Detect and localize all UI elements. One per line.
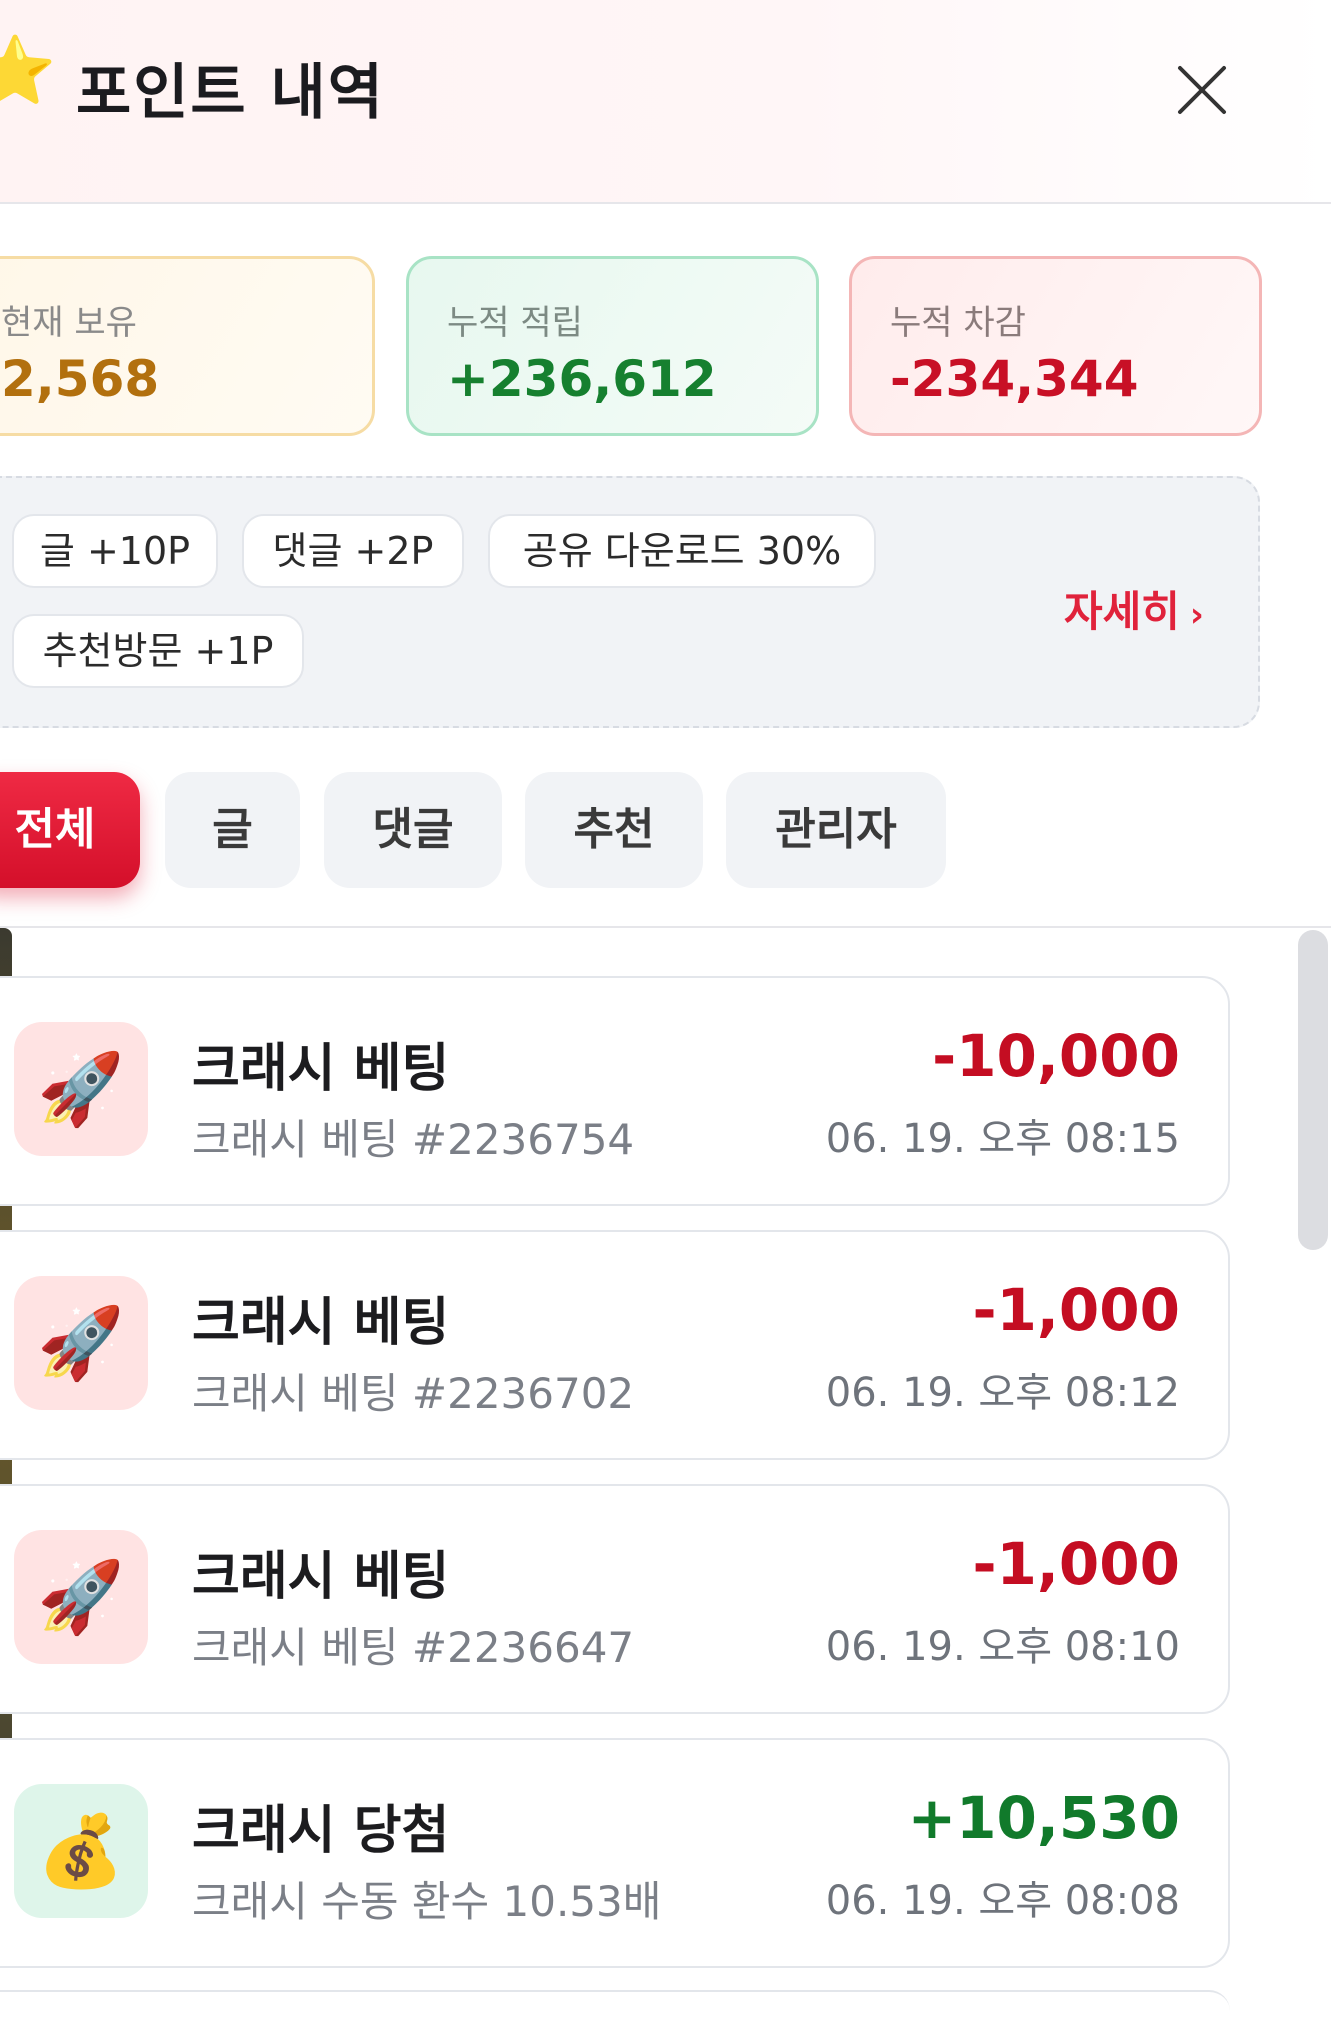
money-bag-icon: 💰 — [14, 1784, 148, 1918]
item-amount: -1,000 — [972, 1530, 1180, 1598]
history-item[interactable]: 🚀 크래시 베팅 크래시 베팅 #2236647 -1,000 06. 19. … — [0, 1484, 1230, 1714]
total-earned-card: 누적 적립 +236,612 — [406, 256, 819, 436]
item-time: 06. 19. 오후 08:12 — [825, 1370, 1180, 1416]
scrollbar-thumb[interactable] — [1298, 930, 1328, 1250]
item-title: 크래시 당첨 — [192, 1801, 450, 1861]
rocket-icon: 🚀 — [14, 1276, 148, 1410]
item-title: 크래시 베팅 — [192, 1293, 450, 1353]
chevron-right-icon: › — [1189, 595, 1204, 635]
stat-value: -234,344 — [890, 350, 1139, 408]
stat-label: 누적 차감 — [890, 303, 1026, 343]
item-title: 크래시 베팅 — [192, 1547, 450, 1607]
divider — [0, 926, 1331, 928]
tab-admin[interactable]: 관리자 — [726, 772, 946, 888]
current-balance-card: 현재 보유 2,568 — [0, 256, 375, 436]
item-time: 06. 19. 오후 08:08 — [825, 1878, 1180, 1924]
rocket-icon: 🚀 — [14, 1530, 148, 1664]
stat-label: 누적 적립 — [447, 303, 583, 343]
close-icon — [1178, 66, 1226, 114]
item-time: 06. 19. 오후 08:15 — [825, 1116, 1180, 1162]
tab-all[interactable]: 전체 — [0, 772, 140, 888]
details-link[interactable]: 자세히 › — [1064, 578, 1204, 639]
tab-comments[interactable]: 댓글 — [324, 772, 502, 888]
history-item[interactable]: 🚀 크래시 베팅 크래시 베팅 #2236702 -1,000 06. 19. … — [0, 1230, 1230, 1460]
details-label: 자세히 — [1064, 587, 1180, 636]
item-amount: -10,000 — [932, 1022, 1180, 1090]
tab-posts[interactable]: 글 — [165, 772, 300, 888]
item-subtitle: 크래시 베팅 #2236754 — [192, 1115, 635, 1164]
close-button[interactable] — [1170, 58, 1234, 122]
modal-header: ⭐ 포인트 내역 — [0, 0, 1331, 204]
item-amount: +10,530 — [907, 1784, 1180, 1852]
tab-recommend[interactable]: 추천 — [525, 772, 703, 888]
history-item[interactable]: 💰 크래시 당첨 크래시 수동 환수 10.53배 +10,530 06. 19… — [0, 1738, 1230, 1968]
history-item[interactable]: 🚀 크래시 베팅 크래시 베팅 #2236754 -10,000 06. 19.… — [0, 976, 1230, 1206]
item-subtitle: 크래시 베팅 #2236702 — [192, 1369, 635, 1418]
rule-chip: 댓글 +2P — [242, 514, 464, 588]
rule-chip: 글 +10P — [12, 514, 218, 588]
item-subtitle: 크래시 수동 환수 10.53배 — [192, 1877, 662, 1926]
item-time: 06. 19. 오후 08:10 — [825, 1624, 1180, 1670]
item-title: 크래시 베팅 — [192, 1039, 450, 1099]
rocket-icon: 🚀 — [14, 1022, 148, 1156]
stat-value: 2,568 — [1, 350, 160, 408]
page-title: 포인트 내역 — [76, 58, 385, 128]
history-item-partial — [0, 1990, 1230, 2032]
rule-chip: 공유 다운로드 30% — [488, 514, 876, 588]
star-icon: ⭐ — [0, 32, 57, 109]
rule-chip: 추천방문 +1P — [12, 614, 304, 688]
item-subtitle: 크래시 베팅 #2236647 — [192, 1623, 635, 1672]
item-amount: -1,000 — [972, 1276, 1180, 1344]
total-deducted-card: 누적 차감 -234,344 — [849, 256, 1262, 436]
stat-label: 현재 보유 — [1, 303, 137, 343]
stat-value: +236,612 — [447, 350, 717, 408]
